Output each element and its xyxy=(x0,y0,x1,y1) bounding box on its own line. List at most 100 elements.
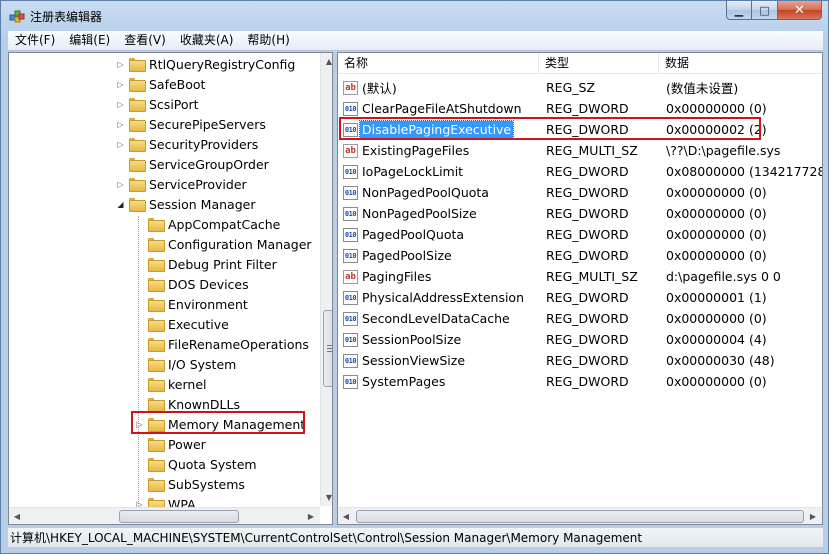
tree-item[interactable]: ServiceGroupOrder xyxy=(116,154,269,174)
value-type: REG_DWORD xyxy=(546,248,629,263)
value-row[interactable]: 010 PagedPoolSize REG_DWORD 0x00000000 (0) xyxy=(338,245,822,266)
tree-expander-icon[interactable]: ▷ xyxy=(116,80,125,89)
menu-help[interactable]: 帮助(H) xyxy=(240,31,296,50)
value-row[interactable]: 010 PagedPoolQuota REG_DWORD 0x00000000 (0) xyxy=(338,224,822,245)
value-type: REG_DWORD xyxy=(546,227,629,242)
tree-item[interactable]: Executive xyxy=(135,314,229,334)
tree-hscroll-thumb[interactable] xyxy=(119,510,239,523)
value-type: REG_DWORD xyxy=(546,101,629,116)
tree-expander-icon[interactable]: ▷ xyxy=(116,100,125,109)
registry-tree-pane[interactable]: ▷ RtlQueryRegistryConfig ▷ SafeBoot ▷ ScsiPor… xyxy=(8,52,333,525)
value-row[interactable]: ab (默认) REG_SZ (数值未设置) xyxy=(338,77,822,98)
values-hscroll-thumb[interactable] xyxy=(356,510,804,523)
folder-icon xyxy=(148,278,165,292)
tree-item[interactable]: Environment xyxy=(135,294,248,314)
value-name-cell: 010 SystemPages xyxy=(343,373,447,390)
scroll-up-icon: ▲ xyxy=(325,57,333,66)
tree-scrollbar-thumb[interactable] xyxy=(323,310,332,387)
tree-no-expander xyxy=(135,380,144,389)
maximize-button[interactable]: □ xyxy=(752,1,778,20)
value-row[interactable]: 010 SystemPages REG_DWORD 0x00000000 (0) xyxy=(338,371,822,392)
folder-icon xyxy=(129,158,146,172)
value-type: REG_MULTI_SZ xyxy=(546,269,638,284)
menu-bar: 文件(F) 编辑(E) 查看(V) 收藏夹(A) 帮助(H) xyxy=(8,31,823,51)
memory-management-highlight xyxy=(131,411,305,434)
tree-vertical-scrollbar[interactable]: ▲ ▼ xyxy=(320,53,333,506)
binary-value-icon: 010 xyxy=(343,185,358,200)
scroll-left-icon: ◀ xyxy=(342,512,350,521)
value-data: 0x00000030 (48) xyxy=(666,353,775,368)
value-row[interactable]: 010 IoPageLockLimit REG_DWORD 0x08000000 (1… xyxy=(338,161,822,182)
tree-item-label: SecurityProviders xyxy=(149,136,259,152)
value-row[interactable]: 010 NonPagedPoolQuota REG_DWORD 0x00000000 … xyxy=(338,182,822,203)
tree-item-label: SafeBoot xyxy=(149,76,206,92)
menu-view[interactable]: 查看(V) xyxy=(117,31,173,50)
tree-item[interactable]: DOS Devices xyxy=(135,274,249,294)
tree-item[interactable]: Power xyxy=(135,434,206,454)
folder-icon xyxy=(129,58,146,72)
scroll-up-arrow[interactable]: ▲ xyxy=(321,53,333,70)
value-row[interactable]: 010 NonPagedPoolSize REG_DWORD 0x00000000 (… xyxy=(338,203,822,224)
value-row[interactable]: 010 SessionPoolSize REG_DWORD 0x00000004 (4… xyxy=(338,329,822,350)
tree-item[interactable]: Configuration Manager xyxy=(135,234,312,254)
tree-item-label: Session Manager xyxy=(149,196,256,212)
tree-item[interactable]: ▷ SecurePipeServers xyxy=(116,114,266,134)
title-bar[interactable]: 注册表编辑器 ▁ □ ✕ xyxy=(1,1,828,31)
value-type: REG_DWORD xyxy=(546,353,629,368)
value-type: REG_SZ xyxy=(546,80,596,95)
tree-item-label: Debug Print Filter xyxy=(168,256,277,272)
registry-values-pane[interactable]: 名称 类型 数据 ab (默认) REG_SZ (数值未设置) 010 ClearPage… xyxy=(337,52,823,525)
value-row[interactable]: 010 ClearPageFileAtShutdown REG_DWORD 0x000… xyxy=(338,98,822,119)
menu-file[interactable]: 文件(F) xyxy=(8,31,62,50)
tree-expander-icon[interactable]: ▷ xyxy=(116,180,125,189)
value-name-cell: 010 PagedPoolQuota xyxy=(343,226,466,243)
tree-item[interactable]: Quota System xyxy=(135,454,257,474)
tree-item[interactable]: SubSystems xyxy=(135,474,245,494)
column-header-data[interactable]: 数据 xyxy=(659,53,822,74)
tree-item[interactable]: ▷ RtlQueryRegistryConfig xyxy=(116,54,295,74)
tree-scroll-left-arrow[interactable]: ◀ xyxy=(9,508,25,524)
value-row[interactable]: 010 SecondLevelDataCache REG_DWORD 0x000000… xyxy=(338,308,822,329)
tree-no-expander xyxy=(135,260,144,269)
values-column-header: 名称 类型 数据 xyxy=(338,53,822,74)
values-scroll-right-arrow[interactable]: ▶ xyxy=(805,508,821,524)
menu-edit[interactable]: 编辑(E) xyxy=(62,31,117,50)
minimize-button[interactable]: ▁ xyxy=(726,1,752,20)
value-type: REG_DWORD xyxy=(546,374,629,389)
value-row[interactable]: 010 PhysicalAddressExtension REG_DWORD 0x00… xyxy=(338,287,822,308)
menu-favorites[interactable]: 收藏夹(A) xyxy=(173,31,241,50)
column-header-type[interactable]: 类型 xyxy=(539,53,659,74)
tree-scroll-right-arrow[interactable]: ▶ xyxy=(303,508,319,524)
tree-item[interactable]: ▷ ScsiPort xyxy=(116,94,199,114)
column-header-name[interactable]: 名称 xyxy=(338,53,539,74)
folder-icon xyxy=(148,398,165,412)
tree-item[interactable]: FileRenameOperations xyxy=(135,334,309,354)
tree-item[interactable]: ▷ SafeBoot xyxy=(116,74,205,94)
tree-expander-icon[interactable]: ◢ xyxy=(116,200,125,209)
tree-expander-icon[interactable]: ▷ xyxy=(116,120,125,129)
tree-item[interactable]: ◢ Session Manager xyxy=(116,194,255,214)
value-data: 0x00000000 (0) xyxy=(666,185,767,200)
value-name: PagedPoolSize xyxy=(362,248,452,263)
tree-item-label: ScsiPort xyxy=(149,96,199,112)
tree-horizontal-scrollbar[interactable]: ◀ ▶ xyxy=(9,507,320,524)
value-name: NonPagedPoolQuota xyxy=(362,185,489,200)
tree-item[interactable]: Debug Print Filter xyxy=(135,254,277,274)
tree-item[interactable]: kernel xyxy=(135,374,207,394)
tree-item[interactable]: I/O System xyxy=(135,354,236,374)
close-button[interactable]: ✕ xyxy=(778,1,822,20)
value-name: SystemPages xyxy=(362,374,446,389)
value-row[interactable]: 010 SessionViewSize REG_DWORD 0x00000030 (4… xyxy=(338,350,822,371)
value-row[interactable]: ab ExistingPageFiles REG_MULTI_SZ \??\D:\pa… xyxy=(338,140,822,161)
value-name: SessionPoolSize xyxy=(362,332,462,347)
scroll-down-arrow[interactable]: ▼ xyxy=(321,489,332,506)
values-horizontal-scrollbar[interactable]: ◀ ▶ xyxy=(338,507,822,524)
tree-expander-icon[interactable]: ▷ xyxy=(116,140,125,149)
value-row[interactable]: ab PagingFiles REG_MULTI_SZ d:\pagefile.sys… xyxy=(338,266,822,287)
binary-value-icon: 010 xyxy=(343,353,358,368)
tree-item[interactable]: AppCompatCache xyxy=(135,214,280,234)
values-scroll-left-arrow[interactable]: ◀ xyxy=(338,508,354,524)
tree-item[interactable]: ▷ SecurityProviders xyxy=(116,134,258,154)
tree-item[interactable]: ▷ ServiceProvider xyxy=(116,174,247,194)
tree-expander-icon[interactable]: ▷ xyxy=(116,60,125,69)
